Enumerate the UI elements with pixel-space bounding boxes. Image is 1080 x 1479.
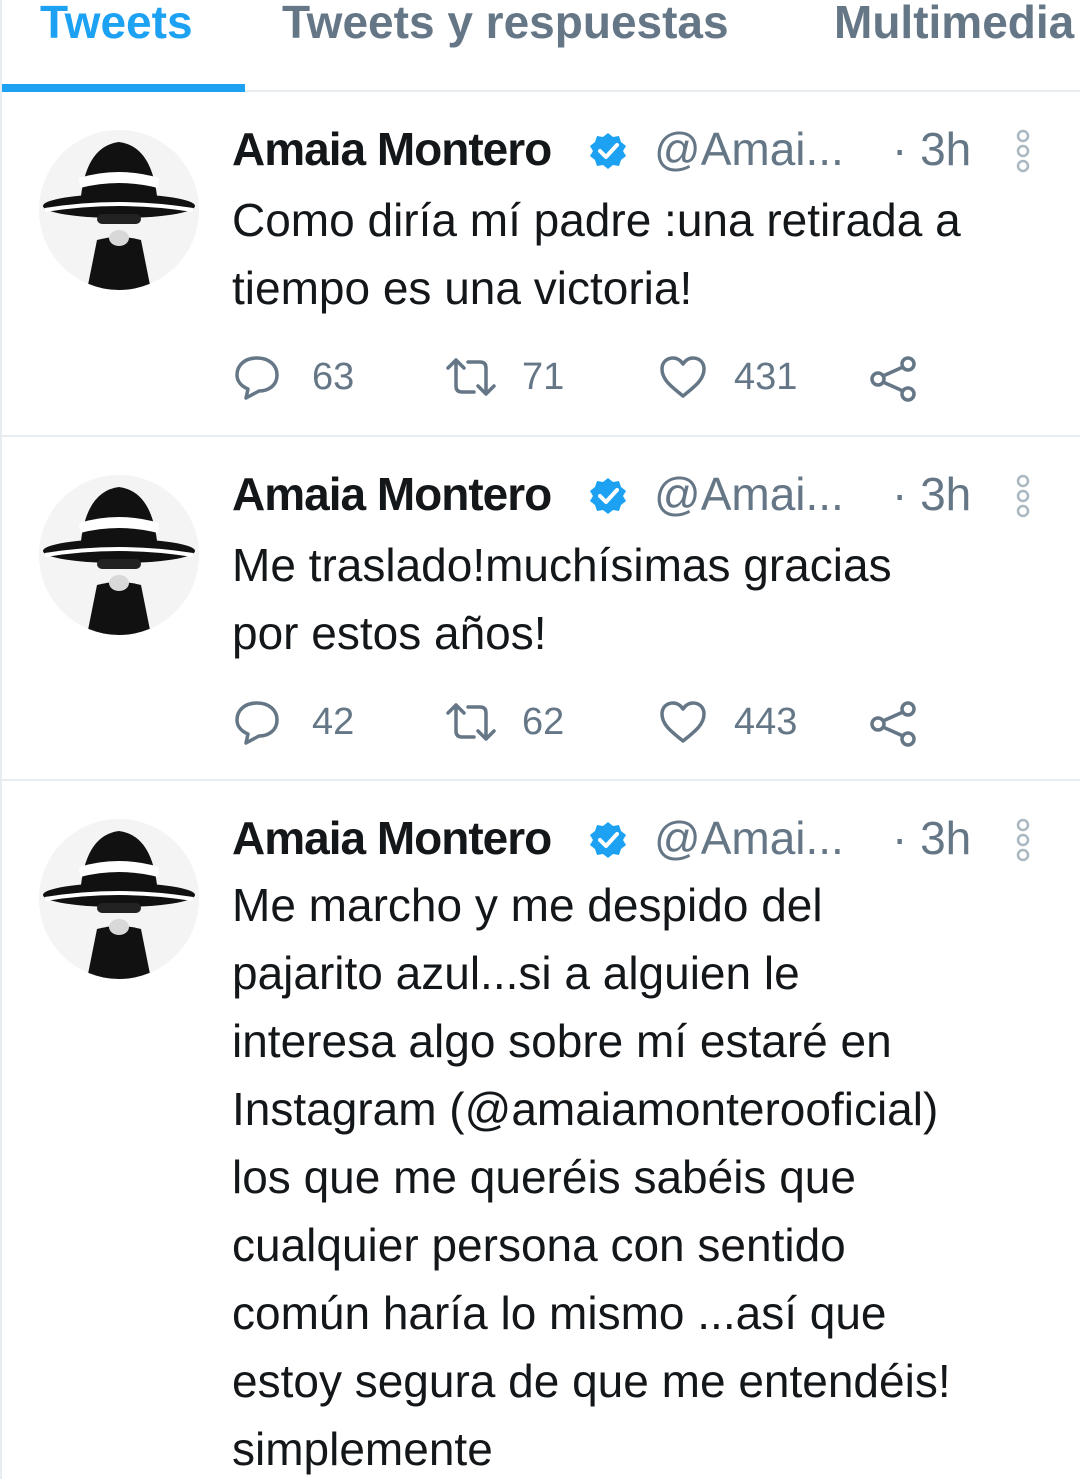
like-count: 443 bbox=[734, 701, 798, 743]
reply-icon bbox=[235, 356, 279, 400]
verified-badge-icon bbox=[590, 822, 626, 858]
tab-tweets[interactable]: Tweets bbox=[40, 0, 193, 52]
avatar[interactable] bbox=[39, 819, 199, 979]
retweet-count: 62 bbox=[522, 701, 565, 743]
share-icon bbox=[870, 356, 916, 402]
tab-tweets-and-replies[interactable]: Tweets y respuestas bbox=[282, 0, 729, 52]
tweet-header: Amaia Montero @Amai... · 3h bbox=[232, 811, 1032, 867]
heart-icon bbox=[660, 701, 706, 743]
tweet-text: Me traslado!muchísimas gracias por estos… bbox=[232, 539, 892, 659]
more-vertical-icon[interactable] bbox=[1012, 817, 1034, 863]
verified-badge-icon bbox=[590, 133, 626, 169]
retweet-icon bbox=[446, 703, 496, 741]
avatar[interactable] bbox=[39, 130, 199, 290]
retweet-count: 71 bbox=[522, 356, 565, 398]
tweet-time[interactable]: · 3h bbox=[892, 467, 971, 521]
reply-icon bbox=[235, 701, 279, 745]
verified-badge-icon bbox=[590, 478, 626, 514]
author-handle[interactable]: @Amai... bbox=[654, 811, 844, 865]
heart-icon bbox=[660, 356, 706, 398]
author-name[interactable]: Amaia Montero bbox=[232, 811, 552, 865]
tweet-actions: 42 62 443 bbox=[232, 697, 952, 747]
tweet[interactable]: Amaia Montero @Amai... · 3h Como diría m… bbox=[2, 92, 1080, 437]
author-name[interactable]: Amaia Montero bbox=[232, 122, 552, 176]
tweet[interactable]: Amaia Montero @Amai... · 3h Me marcho y … bbox=[2, 781, 1080, 1479]
tab-media[interactable]: Multimedia bbox=[834, 0, 1074, 52]
tweet[interactable]: Amaia Montero @Amai... · 3h Me traslado!… bbox=[2, 437, 1080, 781]
share-icon bbox=[870, 701, 916, 747]
tweet-header: Amaia Montero @Amai... · 3h bbox=[232, 122, 1032, 178]
tweet-time[interactable]: · 3h bbox=[892, 811, 971, 865]
reply-count: 63 bbox=[312, 356, 355, 398]
retweet-icon bbox=[446, 358, 496, 396]
tweet-text: Como diría mí padre :una retirada a tiem… bbox=[232, 194, 961, 314]
tweet-time[interactable]: · 3h bbox=[892, 122, 971, 176]
author-handle[interactable]: @Amai... bbox=[654, 122, 844, 176]
avatar[interactable] bbox=[39, 475, 199, 635]
tweet-header: Amaia Montero @Amai... · 3h bbox=[232, 467, 1032, 523]
tweet-text: Me marcho y me despido del pajarito azul… bbox=[232, 879, 951, 1475]
author-name[interactable]: Amaia Montero bbox=[232, 467, 552, 521]
reply-count: 42 bbox=[312, 701, 355, 743]
profile-timeline: Tweets Tweets y respuestas Multimedia Am… bbox=[0, 0, 1080, 1479]
author-handle[interactable]: @Amai... bbox=[654, 467, 844, 521]
profile-tabs: Tweets Tweets y respuestas Multimedia bbox=[2, 0, 1080, 92]
tweet-actions: 63 71 431 bbox=[232, 352, 952, 402]
more-vertical-icon[interactable] bbox=[1012, 128, 1034, 174]
like-count: 431 bbox=[734, 356, 798, 398]
active-tab-indicator bbox=[2, 84, 245, 92]
more-vertical-icon[interactable] bbox=[1012, 473, 1034, 519]
